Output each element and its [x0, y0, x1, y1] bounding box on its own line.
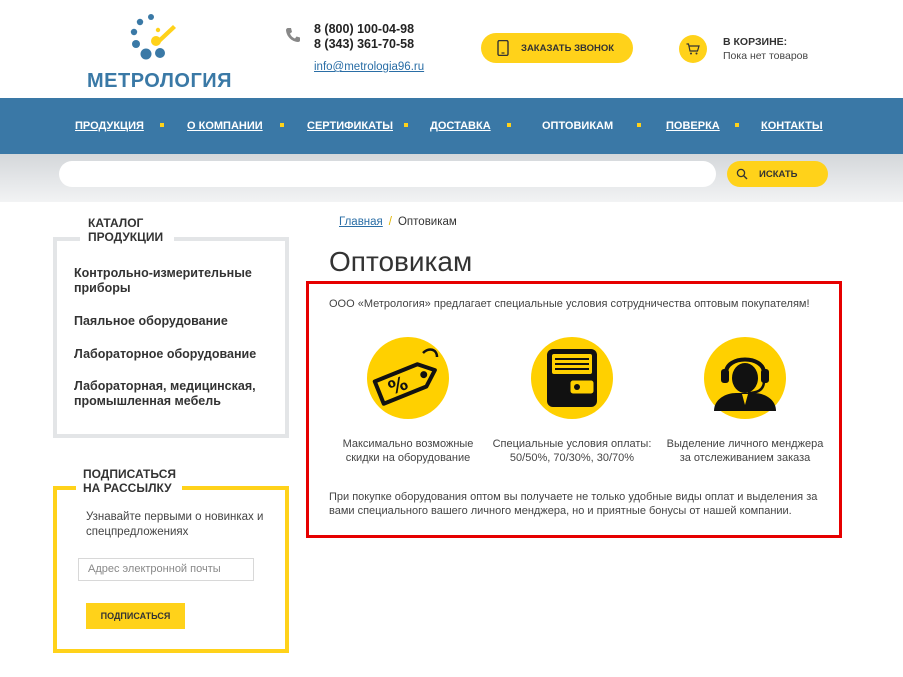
callback-button-label: ЗАКАЗАТЬ ЗВОНОК — [521, 42, 615, 54]
site-header: МЕТРОЛОГИЯ 8 (800) 100-04-98 8 (343) 361… — [0, 0, 903, 98]
feature-caption-line: скидки на оборудование — [345, 452, 471, 464]
subscribe-button[interactable]: ПОДПИСАТЬСЯ — [86, 603, 185, 629]
subscribe-email-field[interactable]: Адрес электронной почты — [78, 558, 254, 581]
nav-separator — [404, 123, 408, 127]
search-icon — [736, 168, 748, 180]
nav-separator — [637, 123, 641, 127]
nav-item-products[interactable]: ПРОДУКЦИЯ — [75, 120, 144, 132]
breadcrumb: Главная / Оптовикам — [339, 216, 457, 228]
feature-caption-manager: Выделение личного менджера за отслеживан… — [655, 437, 835, 465]
search-button-label: ИСКАТЬ — [759, 168, 798, 180]
feature-caption-discounts: Максимально возможные скидки на оборудов… — [318, 437, 498, 465]
catalog-title-line1: КАТАЛОГ — [88, 216, 144, 230]
search-button[interactable]: ИСКАТЬ — [727, 161, 828, 187]
feature-caption-line: Максимально возможные — [342, 438, 474, 450]
main-navigation: ПРОДУКЦИЯ О КОМПАНИИ СЕРТИФИКАТЫ ДОСТАВК… — [0, 98, 903, 154]
catalog-item-label: Лабораторная, медицинская, — [74, 379, 256, 393]
breadcrumb-home-link[interactable]: Главная — [339, 216, 383, 228]
cart-icon — [686, 43, 700, 55]
intro-text: ООО «Метрология» предлагает специальные … — [329, 298, 810, 310]
nav-separator — [280, 123, 284, 127]
nav-item-delivery[interactable]: ДОСТАВКА — [430, 120, 491, 132]
catalog-item-label: промышленная мебель — [74, 394, 221, 408]
nav-item-about[interactable]: О КОМПАНИИ — [187, 120, 263, 132]
callback-button[interactable]: ЗАКАЗАТЬ ЗВОНОК — [481, 33, 633, 63]
subscribe-text: Узнавайте первыми о новинках и спецпредл… — [86, 511, 264, 538]
page-title: Оптовикам — [329, 246, 473, 277]
nav-item-contacts[interactable]: КОНТАКТЫ — [761, 120, 823, 132]
nav-separator — [735, 123, 739, 127]
feature-caption-line: за отслеживанием заказа — [679, 452, 811, 464]
search-input[interactable] — [59, 161, 716, 187]
discount-tag-icon: % — [367, 337, 449, 419]
wallet-icon — [531, 337, 613, 419]
cart-button[interactable] — [679, 35, 707, 63]
nav-item-certificates[interactable]: СЕРТИФИКАТЫ — [307, 120, 393, 132]
subscribe-title: ПОДПИСАТЬСЯ НА РАССЫЛКУ — [76, 467, 182, 495]
nav-item-wholesale[interactable]: ОПТОВИКАМ — [542, 120, 613, 132]
phone-icon — [286, 28, 300, 42]
cart-title: В КОРЗИНЕ: — [723, 36, 788, 48]
mobile-phone-icon — [497, 40, 509, 56]
catalog-item-furniture[interactable]: Лабораторная, медицинская, промышленная … — [74, 379, 256, 409]
outro-text: При покупке оборудования оптом вы получа… — [329, 491, 818, 517]
email-link[interactable]: info@metrologia96.ru — [314, 61, 424, 73]
site-logo[interactable]: МЕТРОЛОГИЯ — [85, 8, 235, 93]
breadcrumb-separator: / — [388, 216, 392, 228]
catalog-title-line2: ПРОДУКЦИИ — [88, 230, 164, 244]
cart-status: Пока нет товаров — [723, 50, 809, 62]
phone-number-2[interactable]: 8 (343) 361-70-58 — [314, 37, 414, 52]
catalog-title: КАТАЛОГ ПРОДУКЦИИ — [80, 216, 174, 244]
catalog-item-label: Контрольно-измерительные — [74, 266, 252, 280]
feature-caption-payment: Специальные условия оплаты: 50/50%, 70/3… — [482, 437, 662, 465]
manager-headset-icon — [704, 337, 786, 419]
nav-separator — [507, 123, 511, 127]
feature-caption-line: Специальные условия оплаты: — [492, 438, 652, 450]
breadcrumb-current: Оптовикам — [397, 216, 457, 228]
catalog-item-instruments[interactable]: Контрольно-измерительные приборы — [74, 266, 252, 296]
catalog-item-label: Лабораторное оборудование — [74, 347, 257, 361]
catalog-item-soldering[interactable]: Паяльное оборудование — [74, 314, 228, 329]
catalog-item-label: Паяльное оборудование — [74, 314, 228, 328]
logo-text: МЕТРОЛОГИЯ — [87, 70, 233, 92]
phone-numbers: 8 (800) 100-04-98 8 (343) 361-70-58 — [314, 22, 414, 52]
nav-separator — [160, 123, 164, 127]
feature-caption-line: Выделение личного менджера — [666, 438, 824, 450]
subscribe-title-line1: ПОДПИСАТЬСЯ — [83, 467, 176, 481]
nav-item-verification[interactable]: ПОВЕРКА — [666, 120, 720, 132]
logo-mark-icon — [130, 14, 176, 60]
phone-number-1[interactable]: 8 (800) 100-04-98 — [314, 22, 414, 37]
subscribe-title-line2: НА РАССЫЛКУ — [83, 481, 172, 495]
feature-caption-line: 50/50%, 70/30%, 30/70% — [509, 452, 635, 464]
search-bar: ИСКАТЬ — [0, 154, 903, 202]
catalog-item-laboratory[interactable]: Лабораторное оборудование — [74, 347, 256, 362]
catalog-item-label: приборы — [74, 281, 131, 295]
